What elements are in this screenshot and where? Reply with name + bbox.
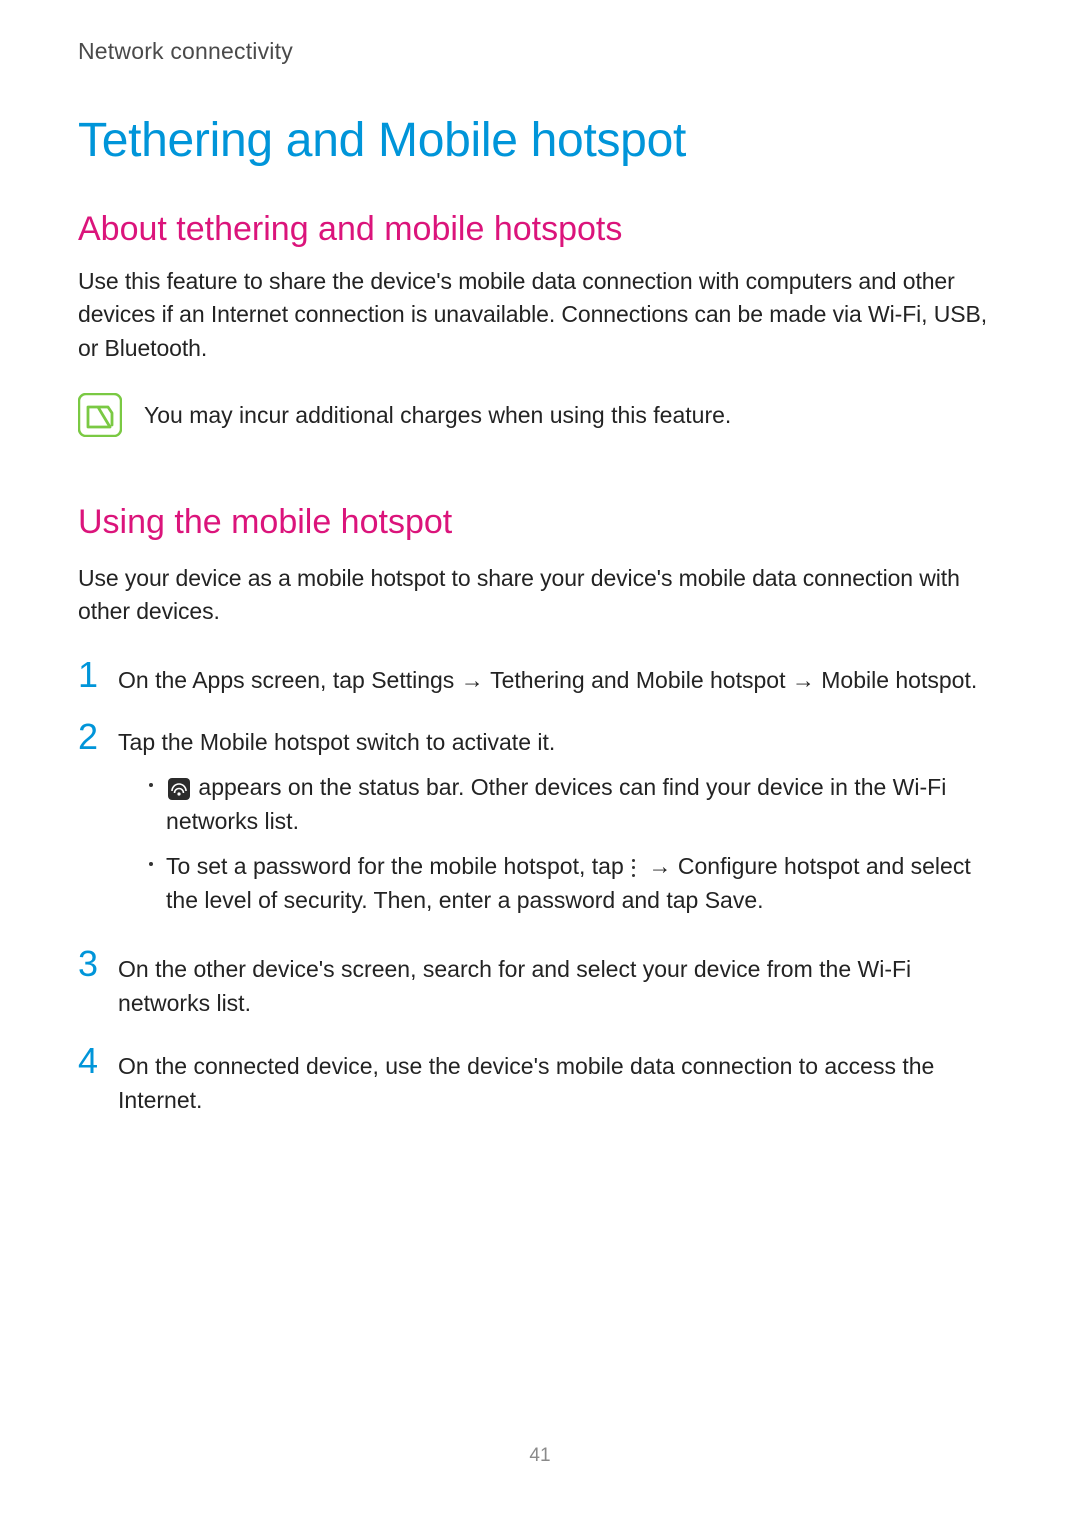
bullet-icon bbox=[148, 849, 154, 867]
note-icon bbox=[78, 393, 122, 437]
step-number-3: 3 bbox=[78, 946, 98, 982]
note-text: You may incur additional charges when us… bbox=[144, 402, 731, 429]
hotspot-status-icon bbox=[168, 778, 190, 800]
using-paragraph: Use your device as a mobile hotspot to s… bbox=[78, 562, 1002, 629]
step-2: 2 Tap the Mobile hotspot switch to activ… bbox=[78, 719, 1002, 924]
step-4: 4 On the connected device, use the devic… bbox=[78, 1043, 1002, 1118]
bullet-icon bbox=[148, 770, 154, 788]
step-2-body: Tap the Mobile hotspot switch to activat… bbox=[118, 719, 1002, 924]
step-3: 3 On the other device's screen, search f… bbox=[78, 946, 1002, 1021]
step-1-body: On the Apps screen, tap Settings → Tethe… bbox=[118, 657, 1002, 698]
about-paragraph: Use this feature to share the device's m… bbox=[78, 265, 1002, 365]
step-3-body: On the other device's screen, search for… bbox=[118, 946, 1002, 1021]
page-number: 41 bbox=[0, 1445, 1080, 1467]
section-heading-about: About tethering and mobile hotspots bbox=[78, 210, 1002, 249]
more-icon bbox=[632, 859, 638, 877]
step-number-1: 1 bbox=[78, 657, 98, 693]
page-title: Tethering and Mobile hotspot bbox=[78, 113, 1002, 168]
step-4-body: On the connected device, use the device'… bbox=[118, 1043, 1002, 1118]
note-block: You may incur additional charges when us… bbox=[78, 393, 1002, 437]
section-heading-using: Using the mobile hotspot bbox=[78, 503, 1002, 542]
page-header: Network connectivity bbox=[78, 38, 1002, 65]
step-number-2: 2 bbox=[78, 719, 98, 755]
document-page: Network connectivity Tethering and Mobil… bbox=[0, 0, 1080, 1118]
step-2-bullet-1: appears on the status bar. Other devices… bbox=[148, 770, 1002, 839]
step-2-bullet-2: To set a password for the mobile hotspot… bbox=[148, 849, 1002, 918]
step-number-4: 4 bbox=[78, 1043, 98, 1079]
step-1: 1 On the Apps screen, tap Settings → Tet… bbox=[78, 657, 1002, 698]
